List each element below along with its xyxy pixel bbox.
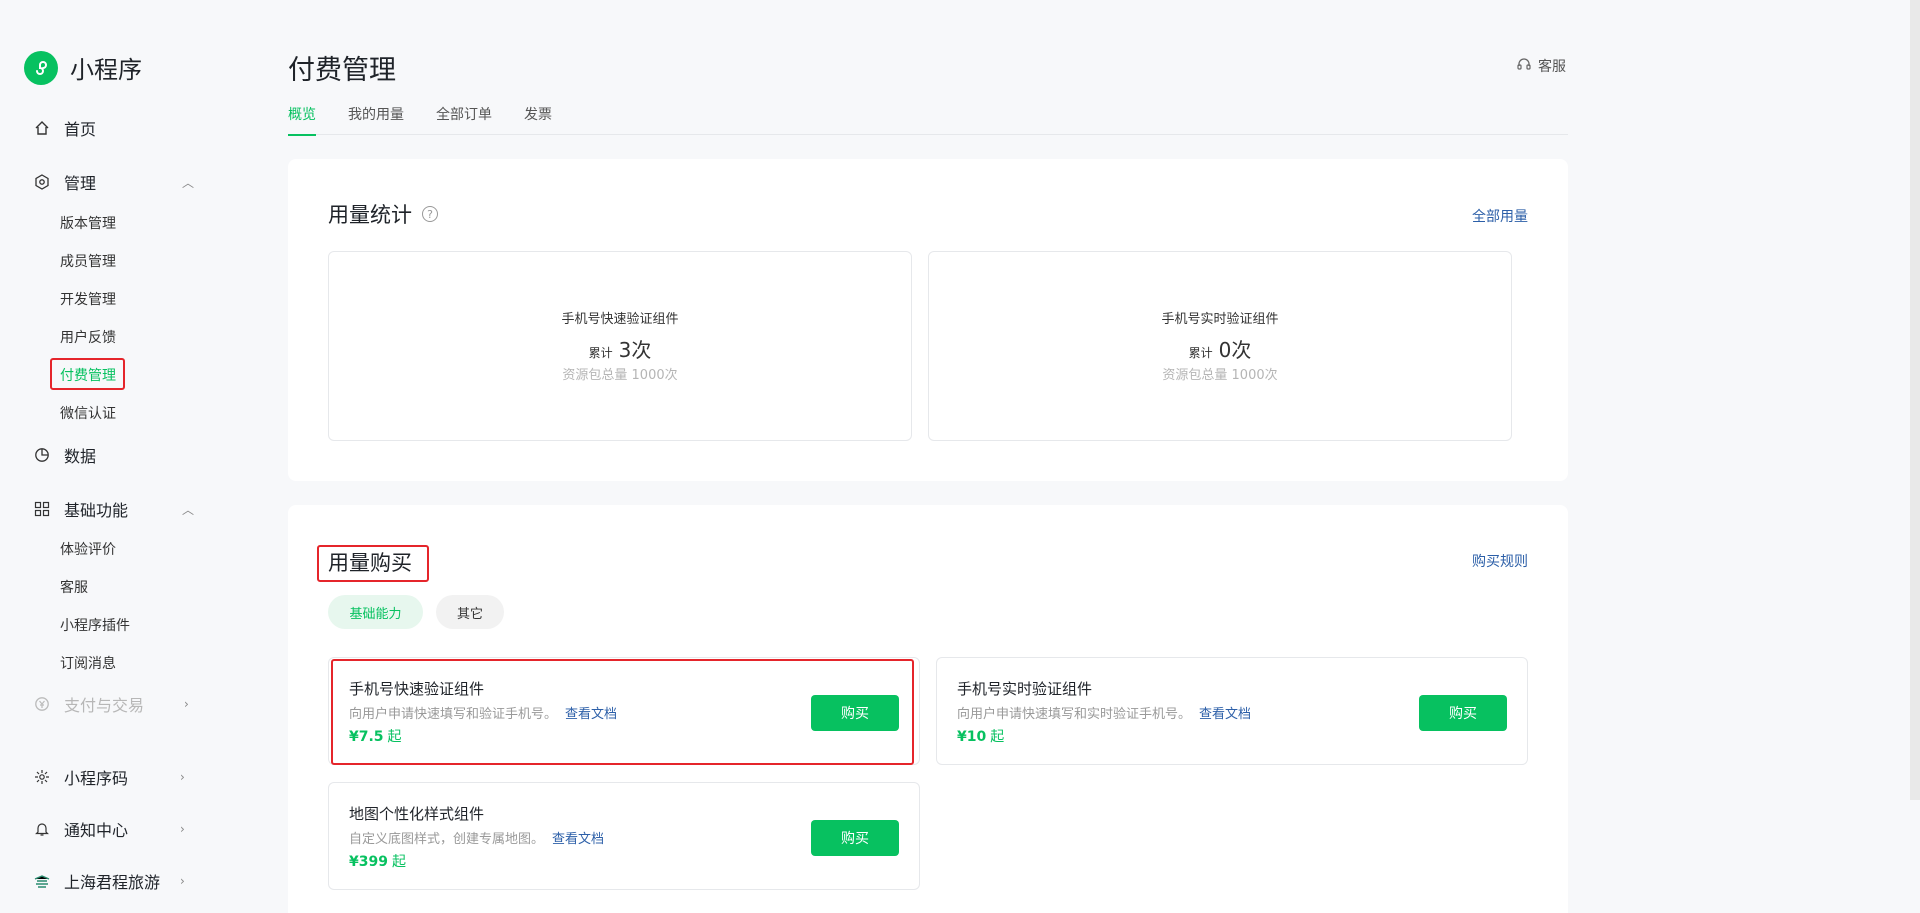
- sidebar-item-account[interactable]: 上海君程旅游 ›: [32, 869, 185, 893]
- sidebar-item-wechat-verify[interactable]: 微信认证: [60, 403, 116, 423]
- sidebar-item-subscribe[interactable]: 订阅消息: [60, 653, 116, 673]
- sidebar-item-label: 上海君程旅游: [64, 873, 161, 892]
- price-suffix: 起: [990, 729, 1005, 745]
- sidebar: 小程序 首页 管理 ︿ 版本管理 成员管理 开发管理 用户反馈 付费管理 微信认…: [0, 0, 215, 913]
- product-card-realtime-verify: 手机号实时验证组件 向用户申请快速填写和实时验证手机号。 查看文档 ¥10 起 购买: [936, 657, 1528, 765]
- usage-card-fast-verify: 手机号快速验证组件 累计 3次 资源包总量 1000次: [328, 251, 912, 441]
- chevron-up-icon: ︿: [182, 175, 195, 190]
- sidebar-item-experience[interactable]: 体验评价: [60, 539, 116, 559]
- chevron-up-icon: ︿: [182, 502, 195, 517]
- sidebar-item-members[interactable]: 成员管理: [60, 251, 116, 271]
- brand-name: 小程序: [70, 56, 142, 84]
- sidebar-item-label: 基础功能: [64, 501, 129, 520]
- vertical-scrollbar[interactable]: [1910, 0, 1920, 800]
- sidebar-item-dev[interactable]: 开发管理: [60, 289, 116, 309]
- buy-button[interactable]: 购买: [811, 820, 899, 856]
- help-icon[interactable]: ?: [422, 206, 438, 222]
- usage-count: 0次: [1218, 338, 1252, 362]
- app-root: 小程序 首页 管理 ︿ 版本管理 成员管理 开发管理 用户反馈 付费管理 微信认…: [0, 0, 1920, 913]
- tab-all-orders[interactable]: 全部订单: [436, 100, 492, 135]
- view-docs-link[interactable]: 查看文档: [1199, 707, 1251, 722]
- product-desc: 自定义底图样式，创建专属地图。 查看文档: [349, 828, 604, 847]
- product-name: 手机号实时验证组件: [957, 680, 1093, 698]
- sidebar-item-label: 首页: [64, 120, 97, 139]
- section-title-text: 用量统计: [328, 203, 412, 227]
- support-link[interactable]: 客服: [1516, 56, 1566, 76]
- sidebar-item-payment[interactable]: 支付与交易 ›: [32, 692, 189, 716]
- sidebar-item-feedback[interactable]: 用户反馈: [60, 327, 116, 347]
- settings-icon: [32, 172, 52, 192]
- price-suffix: 起: [391, 854, 406, 870]
- headset-icon: [1516, 56, 1532, 76]
- sidebar-item-version[interactable]: 版本管理: [60, 213, 116, 233]
- highlight-box: [317, 545, 429, 582]
- usage-total-label: 累计: [588, 346, 613, 360]
- purchase-rules-link[interactable]: 购买规则: [1472, 551, 1528, 571]
- usage-stats-title: 用量统计 ?: [328, 199, 438, 229]
- page-title: 付费管理: [288, 55, 396, 86]
- purchase-card: 用量购买 购买规则 基础能力 其它 手机号快速验证组件 向用户申请快速填写和验证…: [288, 505, 1568, 913]
- grid-icon: [32, 499, 52, 519]
- chevron-right-icon: ›: [180, 822, 185, 836]
- brand[interactable]: 小程序: [24, 50, 142, 85]
- bell-icon: [32, 819, 52, 839]
- tab-invoice[interactable]: 发票: [524, 100, 552, 135]
- buy-button[interactable]: 购买: [1419, 695, 1507, 731]
- tab-overview[interactable]: 概览: [288, 100, 316, 136]
- sidebar-item-label: 支付与交易: [64, 696, 145, 715]
- highlight-box: [331, 659, 914, 765]
- sidebar-item-label: 管理: [64, 174, 97, 193]
- sidebar-item-label: 通知中心: [64, 821, 129, 840]
- tab-my-usage[interactable]: 我的用量: [348, 100, 404, 135]
- filter-other[interactable]: 其它: [436, 595, 504, 629]
- chevron-right-icon: ›: [180, 874, 185, 888]
- usage-total-label: 累计: [1188, 346, 1213, 360]
- chevron-right-icon: ›: [180, 770, 185, 784]
- usage-stats-card: 用量统计 ? 全部用量 手机号快速验证组件 累计 3次 资源包总量 1000次 手…: [288, 159, 1568, 481]
- sidebar-item-data[interactable]: 数据: [32, 443, 96, 467]
- highlight-box: [50, 358, 125, 390]
- sidebar-item-label: 小程序码: [64, 769, 129, 788]
- usage-card-name: 手机号快速验证组件: [561, 312, 679, 327]
- home-icon: [32, 118, 52, 138]
- qrcode-icon: [32, 767, 52, 787]
- usage-pack: 资源包总量 1000次: [1162, 368, 1278, 383]
- price-value: ¥10: [957, 729, 987, 745]
- miniprogram-logo-icon: [24, 50, 58, 85]
- usage-card-realtime-verify: 手机号实时验证组件 累计 0次 资源包总量 1000次: [928, 251, 1512, 441]
- sidebar-item-service[interactable]: 客服: [60, 577, 88, 597]
- usage-count: 3次: [618, 338, 652, 362]
- product-name: 地图个性化样式组件: [349, 805, 485, 823]
- price-value: ¥399: [349, 854, 388, 870]
- usage-card-name: 手机号实时验证组件: [1161, 312, 1279, 327]
- support-label: 客服: [1538, 59, 1566, 75]
- sidebar-item-home[interactable]: 首页: [32, 116, 96, 140]
- product-card-map-style: 地图个性化样式组件 自定义底图样式，创建专属地图。 查看文档 ¥399 起 购买: [328, 782, 920, 890]
- tab-bar: 概览 我的用量 全部订单 发票: [288, 100, 1568, 136]
- account-avatar-icon: [32, 871, 52, 891]
- chevron-right-icon: ›: [184, 697, 189, 711]
- product-desc-text: 向用户申请快速填写和实时验证手机号。: [957, 707, 1192, 722]
- product-price: ¥10 起: [957, 726, 1004, 746]
- product-desc-text: 自定义底图样式，创建专属地图。: [349, 832, 545, 847]
- product-desc: 向用户申请快速填写和实时验证手机号。 查看文档: [957, 703, 1251, 722]
- sidebar-item-notify[interactable]: 通知中心 ›: [32, 817, 185, 841]
- sidebar-item-label: 数据: [64, 447, 97, 466]
- yuan-icon: [32, 694, 52, 714]
- sidebar-item-qrcode[interactable]: 小程序码 ›: [32, 765, 185, 789]
- sidebar-group-basic[interactable]: 基础功能 ︿: [32, 497, 194, 521]
- usage-total: 累计 3次: [329, 334, 911, 363]
- all-usage-link[interactable]: 全部用量: [1472, 206, 1528, 226]
- product-price: ¥399 起: [349, 851, 406, 871]
- sidebar-group-manage[interactable]: 管理 ︿: [32, 170, 194, 194]
- filter-basic[interactable]: 基础能力: [328, 595, 423, 629]
- sidebar-item-plugins[interactable]: 小程序插件: [60, 615, 130, 635]
- pie-chart-icon: [32, 445, 52, 465]
- usage-total: 累计 0次: [929, 334, 1511, 363]
- usage-pack: 资源包总量 1000次: [562, 368, 678, 383]
- view-docs-link[interactable]: 查看文档: [552, 832, 604, 847]
